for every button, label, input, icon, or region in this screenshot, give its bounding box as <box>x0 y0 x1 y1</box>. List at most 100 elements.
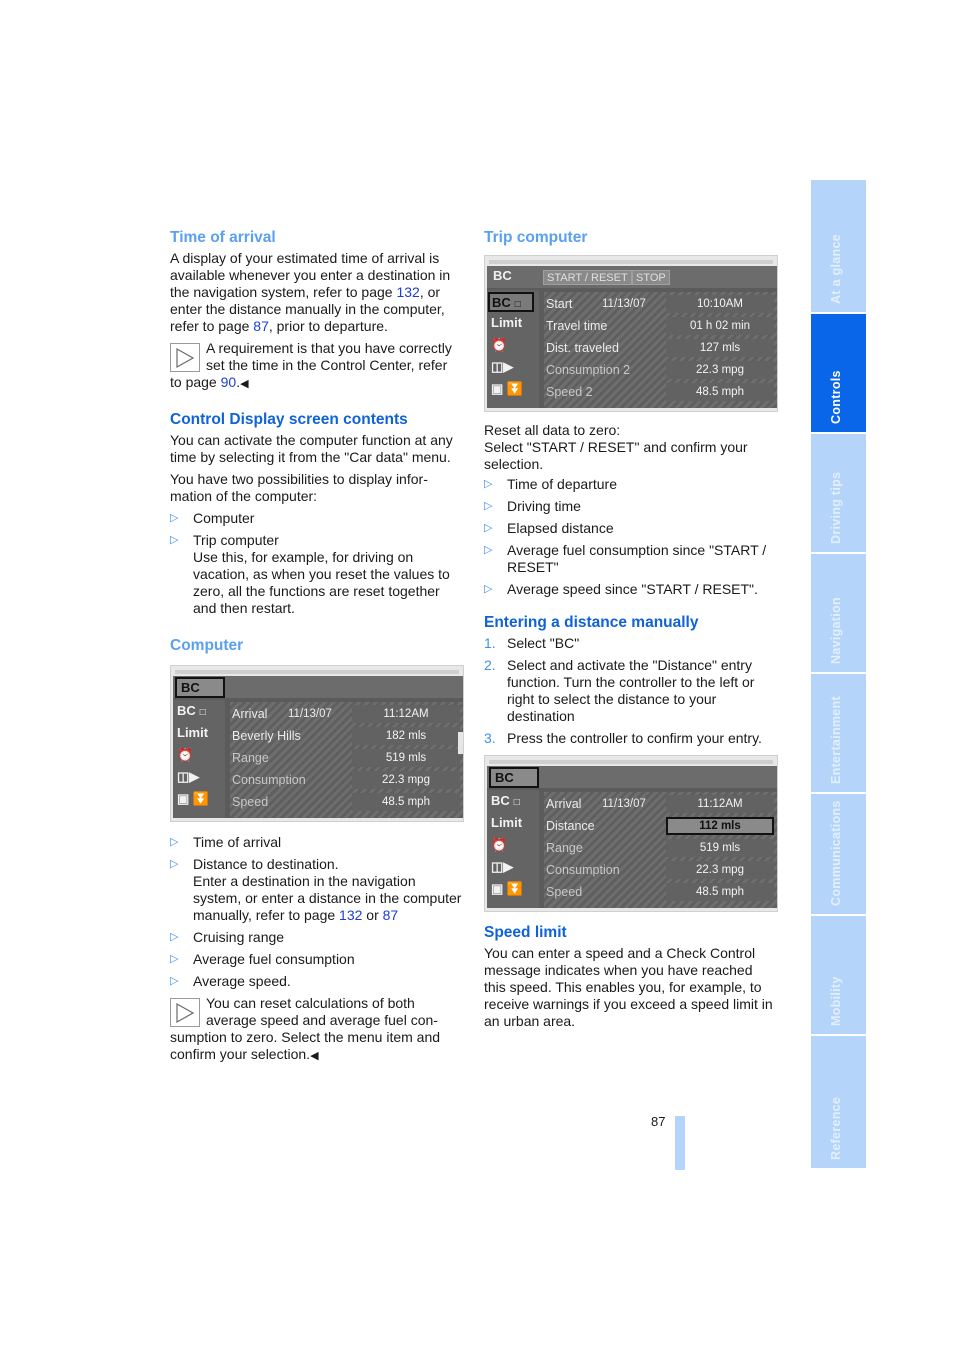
computer-screen-image: BC BC □ Limit ⏰ ◫▶ ▣ ⏬ Arrival 11/13/07 11:… <box>170 665 464 822</box>
bullet-icon: ▷ <box>170 534 179 546</box>
screen-side-menu: BC □ Limit ⏰ ◫▶ ▣ ⏬ <box>487 790 539 908</box>
tab-entertainment[interactable]: Entertainment <box>811 674 866 792</box>
page-number: 87 <box>651 1114 666 1129</box>
page-link-132[interactable]: 132 <box>339 907 362 923</box>
list-item: ▷ Elapsed distance <box>484 520 776 537</box>
row-value: 48.5 mph <box>666 883 774 901</box>
row-value: 127 mls <box>666 339 774 357</box>
tab-label: At a glance <box>828 234 843 304</box>
step-text: Select "BC" <box>507 635 580 651</box>
row-value: 11:12AM <box>666 795 774 813</box>
screen-topbar <box>489 760 773 764</box>
side-label: BC <box>492 295 511 310</box>
item-text: Average speed. <box>193 973 291 989</box>
screen-header-bc: BC <box>175 677 225 698</box>
end-mark-icon: ◀ <box>240 378 249 390</box>
screen-row: Distance 112 mls <box>544 816 777 836</box>
screen-row: Consumption 22.3 mpg <box>544 860 777 880</box>
row-label: Consumption <box>232 773 306 787</box>
trip-computer-screen-image: BC START / RESET STOP BC □ Limit ⏰ ◫▶ ▣ ⏬… <box>484 255 778 412</box>
screen-row: Dist. traveled 127 mls <box>544 338 777 358</box>
tab-communications[interactable]: Communications <box>811 794 866 914</box>
step-number: 1. <box>484 635 496 651</box>
paragraph-time-of-arrival: A display of your estimated time of arri… <box>170 250 462 335</box>
paragraph-speed-limit: You can enter a speed and a Check Contro… <box>484 945 773 1029</box>
row-label: Arrival <box>546 797 582 811</box>
bullet-icon: ▷ <box>170 931 179 943</box>
tab-driving-tips[interactable]: Driving tips <box>811 434 866 552</box>
screen-header: BC START / RESET STOP <box>487 266 777 288</box>
item-text: Time of arrival <box>193 834 282 850</box>
step-item: 1. Select "BC" <box>484 635 776 652</box>
note-play-icon <box>170 998 200 1027</box>
end-mark-icon: ◀ <box>310 1050 319 1062</box>
item-description: Enter a destination in the navigation sy… <box>193 873 462 923</box>
row-label: Speed <box>232 795 269 809</box>
row-label: Speed 2 <box>546 385 593 399</box>
row-date: 11/13/07 <box>288 708 332 720</box>
sync-icon: ◫▶ <box>491 859 514 874</box>
note-time-setting: A requirement is that you have cor­rectl… <box>170 340 462 393</box>
tab-at-a-glance[interactable]: At a glance <box>811 180 866 312</box>
stop-button: STOP <box>632 270 670 285</box>
step-number: 2. <box>484 657 496 673</box>
row-label: Range <box>232 751 269 765</box>
item-text: Cruising range <box>193 929 285 945</box>
paragraph: You can activate the computer function a… <box>170 432 453 465</box>
screen-row: Speed 48.5 mph <box>544 882 777 902</box>
bullet-icon: ▷ <box>484 522 493 534</box>
row-label: Travel time <box>546 319 608 333</box>
row-value: 22.3 mpg <box>666 861 774 879</box>
heading-control-display: Control Display screen contents <box>170 411 408 428</box>
note-text: A requirement is that you have cor­rectl… <box>170 340 452 390</box>
page-link-87[interactable]: 87 <box>383 907 399 923</box>
list-item: ▷ Trip computer Use this, for example, for… <box>170 532 462 617</box>
step-item: 3. Press the controller to confirm your e… <box>484 730 776 747</box>
right-column: Trip computer BC START / RESET STOP BC □ … <box>484 229 778 1035</box>
list-item: ▷ Average speed. <box>170 973 462 990</box>
page-link-87[interactable]: 87 <box>253 318 269 334</box>
car-settings-icon: ▣ ⏬ <box>491 381 524 396</box>
reset-instructions: Reset all data to zero: Select "START / R… <box>484 422 776 473</box>
heading-entering-distance: Entering a distance manually <box>484 614 699 631</box>
side-item-limit: Limit <box>177 725 209 740</box>
screen-header: BC <box>487 766 777 788</box>
step-number: 3. <box>484 730 496 746</box>
note-play-icon <box>170 343 200 372</box>
page-link-132[interactable]: 132 <box>396 284 419 300</box>
row-value: 519 mls <box>352 749 460 767</box>
row-value: 22.3 mpg <box>352 771 460 789</box>
display-options-list: ▷ Computer ▷ Trip computer Use this, for ex… <box>170 510 462 617</box>
item-title: Trip computer <box>193 532 279 548</box>
text: Reset all data to zero: <box>484 422 621 438</box>
heading-time-of-arrival: Time of arrival <box>170 229 276 246</box>
side-item-bc: BC □ <box>488 292 534 312</box>
tab-controls[interactable]: Controls <box>811 314 866 432</box>
section-entering-distance: Entering a distance manually 1. Select "B… <box>484 614 778 912</box>
row-date: 11/13/07 <box>602 298 646 310</box>
row-label: Beverly Hills <box>232 729 301 743</box>
list-item: ▷ Driving time <box>484 498 776 515</box>
bullet-icon: ▷ <box>484 478 493 490</box>
tab-navigation[interactable]: Navigation <box>811 554 866 672</box>
bc-window-icon: □ <box>514 299 521 310</box>
tab-reference[interactable]: Reference <box>811 1036 866 1168</box>
bullet-icon: ▷ <box>484 583 493 595</box>
bc-window-icon: □ <box>513 797 520 808</box>
row-value: 11:12AM <box>352 705 460 723</box>
car-settings-icon: ▣ ⏬ <box>491 881 524 896</box>
page-link-90[interactable]: 90 <box>221 374 237 390</box>
tab-mobility[interactable]: Mobility <box>811 916 866 1034</box>
screen-row: Consumption 22.3 mpg <box>230 770 463 790</box>
screen-row: Consumption 2 22.3 mpg <box>544 360 777 380</box>
list-item: ▷ Cruising range <box>170 929 462 946</box>
row-value: 182 mls <box>352 727 460 745</box>
screen-data-panel: Arrival 11/13/07 11:12AM Beverly Hills 182 … <box>230 702 463 818</box>
row-value: 519 mls <box>666 839 774 857</box>
list-item: ▷ Time of arrival <box>170 834 462 851</box>
screen-topbar <box>175 670 459 674</box>
screen-frame: BC BC □ Limit ⏰ ◫▶ ▣ ⏬ Arrival 11/13/07 11:… <box>173 676 463 818</box>
sync-icon: ◫▶ <box>177 769 200 784</box>
tab-label: Controls <box>828 370 843 424</box>
item-text: Distance to destination. <box>193 856 339 872</box>
